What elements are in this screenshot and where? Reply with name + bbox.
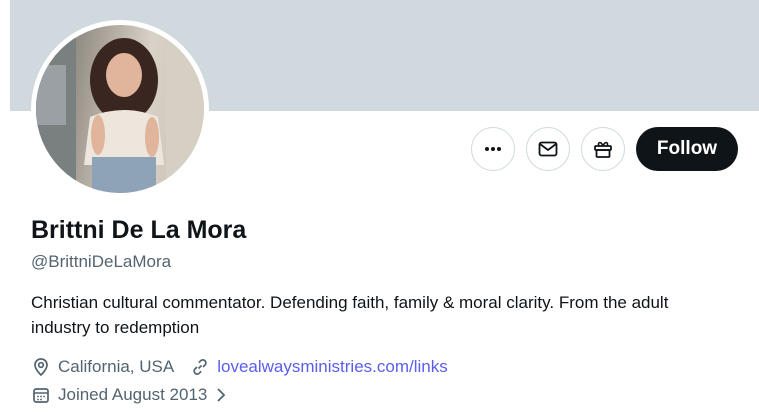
profile-location: California, USA [58,357,175,376]
avatar-photo [36,25,204,193]
location-pin-icon [31,357,51,377]
profile-handle: @BrittniDeLaMora [31,252,172,271]
mail-icon [538,141,558,157]
profile-website-link[interactable]: lovealwaysministries.com/links [217,357,448,377]
page-gutter [0,0,10,416]
subscribe-button[interactable] [581,127,625,171]
avatar-ring [31,20,209,198]
profile-bio: Christian cultural commentator. Defendin… [31,293,669,337]
chevron-right-icon[interactable] [211,385,231,405]
follow-button[interactable]: Follow [636,127,738,171]
profile-name: Brittni De La Mora [31,216,247,244]
gift-icon [594,141,612,158]
link-icon [190,357,210,377]
more-button[interactable] [471,127,515,171]
avatar[interactable] [36,25,204,193]
more-dots-icon [485,147,501,151]
message-button[interactable] [526,127,570,171]
profile-joined: Joined August 2013 [58,385,208,404]
profile-joined-row[interactable]: Joined August 2013 [31,385,231,405]
calendar-icon [31,385,51,405]
profile-meta-row: California, USA lovealwaysministries.com… [31,357,448,377]
